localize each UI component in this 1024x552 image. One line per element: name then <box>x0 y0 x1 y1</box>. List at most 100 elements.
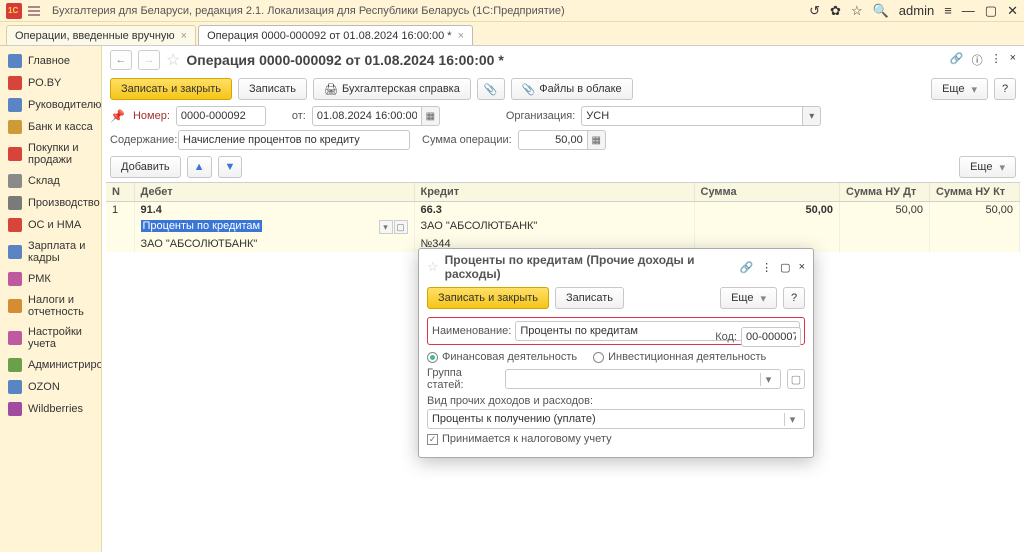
user-label[interactable]: admin <box>899 3 934 18</box>
paperclip-icon: 📎 <box>522 83 536 96</box>
tax-checkbox-label: Принимается к налоговому учету <box>442 433 612 445</box>
dropdown-icon[interactable]: ▾ <box>803 106 821 126</box>
close-icon[interactable]: × <box>799 261 805 274</box>
sidebar-item[interactable]: Налоги и отчетность <box>0 290 101 322</box>
pin-icon[interactable]: 📌 <box>110 109 125 123</box>
more-button[interactable]: Еще▾ <box>931 78 988 100</box>
sidebar-item-label: Руководителю <box>28 99 101 111</box>
code-input[interactable] <box>741 327 801 347</box>
sidebar-item[interactable]: Руководителю <box>0 94 101 116</box>
sidebar-item[interactable]: РО.BY <box>0 72 101 94</box>
favorite-star-icon[interactable]: ☆ <box>166 50 180 70</box>
type-row: Вид прочих доходов и расходов: Проценты … <box>427 395 805 429</box>
sidebar-item[interactable]: РМК <box>0 268 101 290</box>
link-icon[interactable]: 🔗 <box>950 52 964 68</box>
sidebar-item[interactable]: Wildberries <box>0 398 101 420</box>
move-down-button[interactable]: ▼ <box>218 156 243 178</box>
group-label: Группа статей: <box>427 367 501 391</box>
sidebar-item[interactable]: Склад <box>0 170 101 192</box>
star-icon[interactable]: ☆ <box>851 3 863 19</box>
search-icon[interactable]: 🔍 <box>873 3 889 19</box>
sidebar-item[interactable]: Главное <box>0 50 101 72</box>
content-row: Содержание: Сумма операции: ▦ <box>102 128 1024 152</box>
col-sum[interactable]: Сумма <box>694 183 840 202</box>
col-credit[interactable]: Кредит <box>414 183 694 202</box>
add-button[interactable]: Добавить <box>110 156 181 178</box>
type-select[interactable]: Проценты к получению (уплате) ▾ <box>427 409 805 429</box>
sum-input[interactable] <box>518 130 588 150</box>
help-button[interactable]: ? <box>994 78 1016 100</box>
investment-radio[interactable] <box>593 352 604 363</box>
tab-operation-detail[interactable]: Операция 0000-000092 от 01.08.2024 16:00… <box>198 25 473 45</box>
open-icon[interactable]: ▢ <box>394 220 408 234</box>
table-row[interactable]: 1 91.4 66.3 50,00 50,00 50,00 <box>106 202 1020 219</box>
table-row[interactable]: Проценты по кредитам ▾▢ ЗАО "АБСОЛЮТБАНК… <box>106 218 1020 236</box>
window-close-icon[interactable]: × <box>1010 52 1016 68</box>
organization-input[interactable] <box>581 106 803 126</box>
favorite-star-icon[interactable]: ☆ <box>427 259 439 275</box>
sidebar-item-label: Покупки и продажи <box>28 142 93 166</box>
link-icon[interactable]: 🔗 <box>739 261 753 274</box>
date-input[interactable] <box>312 106 422 126</box>
col-nu-dt[interactable]: Сумма НУ Дт <box>840 183 930 202</box>
modal-save-button[interactable]: Записать <box>555 287 624 309</box>
open-icon[interactable]: ▢ <box>787 369 805 389</box>
number-label: Номер: <box>133 110 170 122</box>
more-icon[interactable]: ⋮ <box>761 261 772 274</box>
close-icon[interactable]: × <box>458 30 464 42</box>
cell-debit-subconto[interactable]: Проценты по кредитам <box>141 220 263 232</box>
nav-back-button[interactable]: ← <box>110 50 132 70</box>
maximize-icon[interactable]: ▢ <box>780 261 790 274</box>
cell-debit-subconto2[interactable]: ЗАО "АБСОЛЮТБАНК" <box>134 236 414 252</box>
tab-label: Операции, введенные вручную <box>15 30 175 42</box>
calendar-icon[interactable]: ▦ <box>422 106 440 126</box>
sidebar-item[interactable]: OZON <box>0 376 101 398</box>
calculator-icon[interactable]: ▦ <box>588 130 606 150</box>
minimize-icon[interactable]: — <box>962 3 975 18</box>
sidebar-item[interactable]: ОС и НМА <box>0 214 101 236</box>
move-up-button[interactable]: ▲ <box>187 156 212 178</box>
paperclip-icon: 📎 <box>484 83 498 96</box>
modal-help-button[interactable]: ? <box>783 287 805 309</box>
modal-save-close-button[interactable]: Записать и закрыть <box>427 287 549 309</box>
modal-more-button[interactable]: Еще▾ <box>720 287 777 309</box>
table-more-button[interactable]: Еще▾ <box>959 156 1016 178</box>
close-icon[interactable]: × <box>181 30 187 42</box>
info-icon[interactable]: ⓘ <box>972 52 983 68</box>
maximize-icon[interactable]: ▢ <box>985 3 997 19</box>
col-nu-kt[interactable]: Сумма НУ Кт <box>930 183 1020 202</box>
section-icon <box>8 54 22 68</box>
col-debit[interactable]: Дебет <box>134 183 414 202</box>
finance-radio[interactable] <box>427 352 438 363</box>
sidebar-item[interactable]: Зарплата и кадры <box>0 236 101 268</box>
sidebar-item[interactable]: Покупки и продажи <box>0 138 101 170</box>
accounting-reference-button[interactable]: 🖨Бухгалтерская справка <box>313 78 471 100</box>
sidebar-item[interactable]: Администрирование <box>0 354 101 376</box>
cell-credit-subconto[interactable]: ЗАО "АБСОЛЮТБАНК" <box>414 218 694 236</box>
content-input[interactable] <box>178 130 410 150</box>
dropdown-icon[interactable]: ▾ <box>379 220 393 234</box>
sidebar-item[interactable]: Настройки учета <box>0 322 101 354</box>
dropdown-icon[interactable]: ▾ <box>760 373 776 386</box>
group-select[interactable]: ▾ <box>505 369 781 389</box>
settings-icon[interactable]: ≡ <box>944 3 952 18</box>
sidebar-item[interactable]: Банк и касса <box>0 116 101 138</box>
more-icon[interactable]: ⋮ <box>991 52 1002 68</box>
files-cloud-button[interactable]: 📎Файлы в облаке <box>511 78 633 100</box>
bookmark-icon[interactable]: ✿ <box>830 3 841 19</box>
save-close-button[interactable]: Записать и закрыть <box>110 78 232 100</box>
close-icon[interactable]: ✕ <box>1007 3 1018 19</box>
sidebar-item-label: Склад <box>28 175 60 187</box>
name-label: Наименование: <box>432 325 511 337</box>
tab-operations-list[interactable]: Операции, введенные вручную × <box>6 25 196 45</box>
col-n[interactable]: N <box>106 183 134 202</box>
save-button[interactable]: Записать <box>238 78 307 100</box>
number-input[interactable] <box>176 106 266 126</box>
attach-button[interactable]: 📎 <box>477 78 505 100</box>
main-menu-button[interactable] <box>28 3 44 19</box>
history-icon[interactable]: ↺ <box>809 3 820 19</box>
sidebar-item[interactable]: Производство <box>0 192 101 214</box>
tax-checkbox[interactable] <box>427 434 438 445</box>
dropdown-icon[interactable]: ▾ <box>784 413 800 426</box>
nav-forward-button[interactable]: → <box>138 50 160 70</box>
